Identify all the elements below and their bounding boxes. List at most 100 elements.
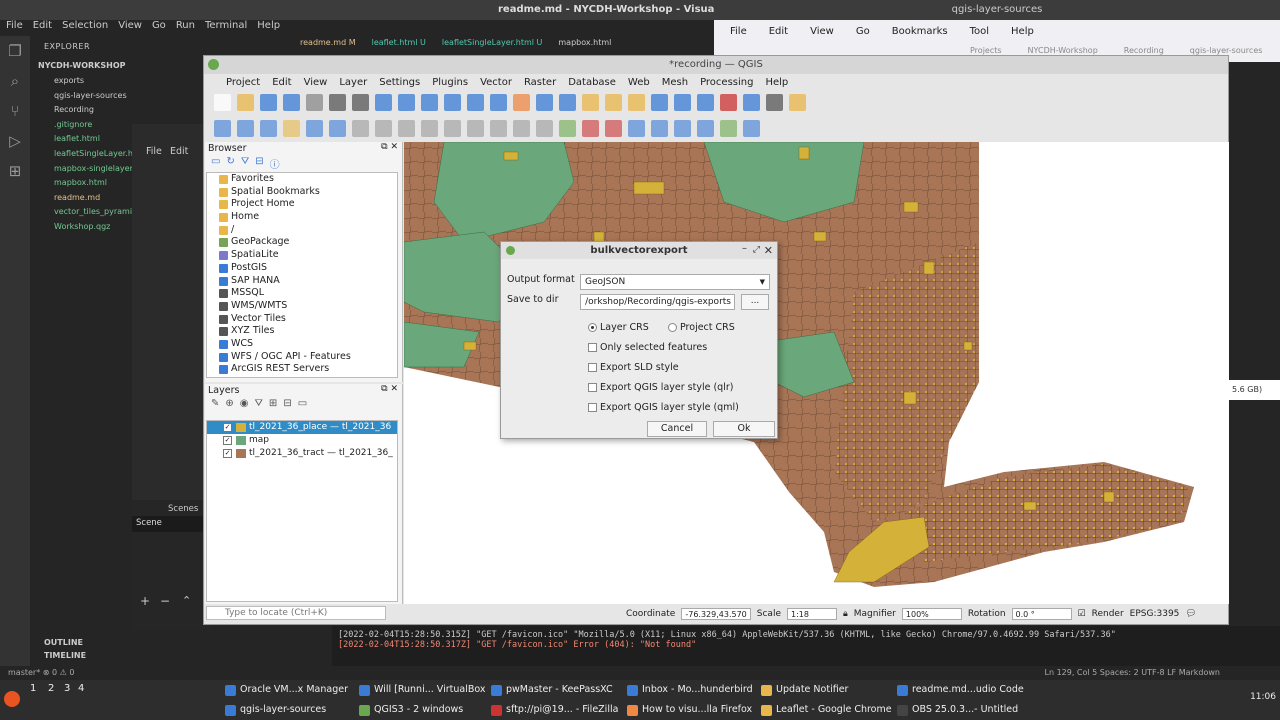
firefox-tab[interactable]: Recording bbox=[1124, 46, 1164, 55]
outline-header[interactable]: OUTLINE bbox=[30, 636, 330, 649]
toolbar-button[interactable] bbox=[467, 119, 484, 137]
expand-icon[interactable]: ⊞ bbox=[269, 398, 277, 414]
toolbar-button[interactable] bbox=[237, 119, 254, 137]
layer-visibility-checkbox[interactable]: ✓ bbox=[223, 449, 232, 458]
export-sld-checkbox[interactable] bbox=[588, 363, 597, 372]
browser-item[interactable]: / bbox=[207, 224, 397, 237]
obs-menu-file[interactable]: File bbox=[146, 146, 162, 157]
locator-input[interactable]: Type to locate (Ctrl+K) bbox=[206, 606, 386, 620]
toolbar-button[interactable] bbox=[720, 93, 737, 111]
remove-layer-icon[interactable]: ▭ bbox=[298, 398, 307, 414]
collapse-icon[interactable]: ⊟ bbox=[283, 398, 291, 414]
start-menu-icon[interactable] bbox=[4, 691, 20, 707]
toolbar-button[interactable] bbox=[283, 93, 300, 111]
vscode-menu-view[interactable]: View bbox=[118, 20, 142, 36]
add-scene-icon[interactable]: + bbox=[140, 594, 150, 608]
toolbar-button[interactable] bbox=[260, 119, 277, 137]
layer-row[interactable]: ✓ tl_2021_36_place — tl_2021_36 bbox=[207, 421, 397, 434]
vscode-menu-selection[interactable]: Selection bbox=[62, 20, 108, 36]
info-icon[interactable]: ⓘ bbox=[270, 156, 280, 172]
toolbar-button[interactable] bbox=[306, 119, 323, 137]
taskbar-task[interactable]: Oracle VM...x Manager bbox=[224, 681, 348, 699]
refresh-icon[interactable]: ↻ bbox=[226, 156, 234, 172]
toolbar-button[interactable] bbox=[490, 93, 507, 111]
toolbar-button[interactable] bbox=[743, 119, 760, 137]
browser-item[interactable]: SAP HANA bbox=[207, 275, 397, 288]
toolbar-button[interactable] bbox=[674, 119, 691, 137]
firefox-menu-go[interactable]: Go bbox=[856, 26, 870, 37]
toolbar-button[interactable] bbox=[720, 119, 737, 137]
taskbar-task[interactable]: Update Notifier bbox=[760, 681, 848, 699]
minimize-icon[interactable]: – bbox=[742, 240, 747, 257]
toolbar-button[interactable] bbox=[559, 93, 576, 111]
toolbar-button[interactable] bbox=[375, 119, 392, 137]
firefox-menu-help[interactable]: Help bbox=[1011, 26, 1034, 37]
qgis-menu-view[interactable]: View bbox=[304, 77, 328, 88]
lock-icon[interactable]: 🔒︎ bbox=[843, 609, 848, 619]
filter-icon[interactable]: ⛛ bbox=[255, 398, 263, 414]
taskbar-task[interactable]: pwMaster - KeePassXC bbox=[490, 681, 613, 699]
explorer-file[interactable]: exports bbox=[30, 74, 205, 89]
workspace-2[interactable]: 2 bbox=[48, 683, 54, 694]
explorer-file[interactable]: Recording bbox=[30, 103, 205, 118]
vscode-menu-edit[interactable]: Edit bbox=[33, 20, 52, 36]
obs-menu-edit[interactable]: Edit bbox=[170, 146, 188, 157]
qgis-menu-project[interactable]: Project bbox=[226, 77, 260, 88]
filter-icon[interactable]: ⛛ bbox=[241, 156, 249, 172]
scale-field[interactable]: 1:18 bbox=[786, 608, 837, 620]
qgis-menu-web[interactable]: Web bbox=[628, 77, 650, 88]
toolbar-button[interactable] bbox=[375, 93, 392, 111]
toolbar-button[interactable] bbox=[766, 93, 783, 111]
ok-button[interactable]: Ok bbox=[713, 421, 775, 437]
browser-item[interactable]: Spatial Bookmarks bbox=[207, 186, 397, 199]
toolbar-button[interactable] bbox=[444, 119, 461, 137]
firefox-menu-view[interactable]: View bbox=[810, 26, 834, 37]
toolbar-button[interactable] bbox=[605, 93, 622, 111]
browser-item[interactable]: GeoPackage bbox=[207, 236, 397, 249]
vscode-menu-terminal[interactable]: Terminal bbox=[205, 20, 247, 36]
qgis-menu-mesh[interactable]: Mesh bbox=[662, 77, 688, 88]
firefox-tab[interactable]: qgis-layer-sources bbox=[1190, 46, 1263, 55]
panel-close-icon[interactable]: ⧉ ✕ bbox=[381, 384, 398, 394]
remove-scene-icon[interactable]: − bbox=[160, 594, 170, 608]
browser-item[interactable]: WFS / OGC API - Features bbox=[207, 351, 397, 364]
toolbar-button[interactable] bbox=[421, 93, 438, 111]
qgis-menu-vector[interactable]: Vector bbox=[480, 77, 512, 88]
layer-crs-radio[interactable] bbox=[588, 323, 597, 332]
firefox-menu-edit[interactable]: Edit bbox=[769, 26, 788, 37]
browser-item[interactable]: SpatiaLite bbox=[207, 249, 397, 262]
toolbar-button[interactable] bbox=[329, 119, 346, 137]
browser-item[interactable]: WCS bbox=[207, 338, 397, 351]
browser-item[interactable]: PostGIS bbox=[207, 262, 397, 275]
qgis-menu-edit[interactable]: Edit bbox=[272, 77, 291, 88]
toolbar-button[interactable] bbox=[329, 93, 346, 111]
workspace-4[interactable]: 4 bbox=[78, 683, 84, 694]
crs-button[interactable]: EPSG:3395 bbox=[1130, 609, 1180, 619]
coordinate-field[interactable]: -76.329,43.570 bbox=[681, 608, 751, 620]
taskbar-task[interactable]: OBS 25.0.3...- Untitled bbox=[896, 701, 1018, 719]
toolbar-button[interactable] bbox=[513, 93, 530, 111]
vscode-terminal[interactable]: [2022-02-04T15:28:50.315Z] "GET /favicon… bbox=[332, 626, 1280, 666]
browser-item[interactable]: MSSQL bbox=[207, 287, 397, 300]
firefox-menu-tool[interactable]: Tool bbox=[970, 26, 989, 37]
firefox-menu-file[interactable]: File bbox=[730, 26, 747, 37]
source-control-icon[interactable]: ⑂ bbox=[0, 96, 30, 126]
toolbar-button[interactable] bbox=[536, 119, 553, 137]
workspace-1[interactable]: 1 bbox=[30, 683, 36, 694]
run-debug-icon[interactable]: ▷ bbox=[0, 126, 30, 156]
move-up-icon[interactable]: ⌃ bbox=[182, 594, 191, 607]
timeline-header[interactable]: TIMELINE bbox=[30, 649, 330, 662]
only-selected-checkbox[interactable] bbox=[588, 343, 597, 352]
toolbar-button[interactable] bbox=[421, 119, 438, 137]
render-checkbox[interactable]: ☑ bbox=[1078, 609, 1086, 619]
files-icon[interactable]: ❐ bbox=[0, 36, 30, 66]
magnifier-field[interactable]: 100% bbox=[901, 608, 962, 620]
toolbar-button[interactable] bbox=[398, 119, 415, 137]
taskbar-task[interactable]: readme.md...udio Code bbox=[896, 681, 1024, 699]
vscode-menu-file[interactable]: File bbox=[6, 20, 23, 36]
editor-tab[interactable]: readme.md M bbox=[300, 38, 356, 54]
browser-tree[interactable]: Favorites Spatial Bookmarks Project Home Ho… bbox=[206, 172, 398, 378]
toolbar-button[interactable] bbox=[260, 93, 277, 111]
layer-row[interactable]: ✓ tl_2021_36_tract — tl_2021_36_ bbox=[207, 447, 397, 460]
taskbar-task[interactable]: sftp://pi@19... - FileZilla bbox=[490, 701, 618, 719]
